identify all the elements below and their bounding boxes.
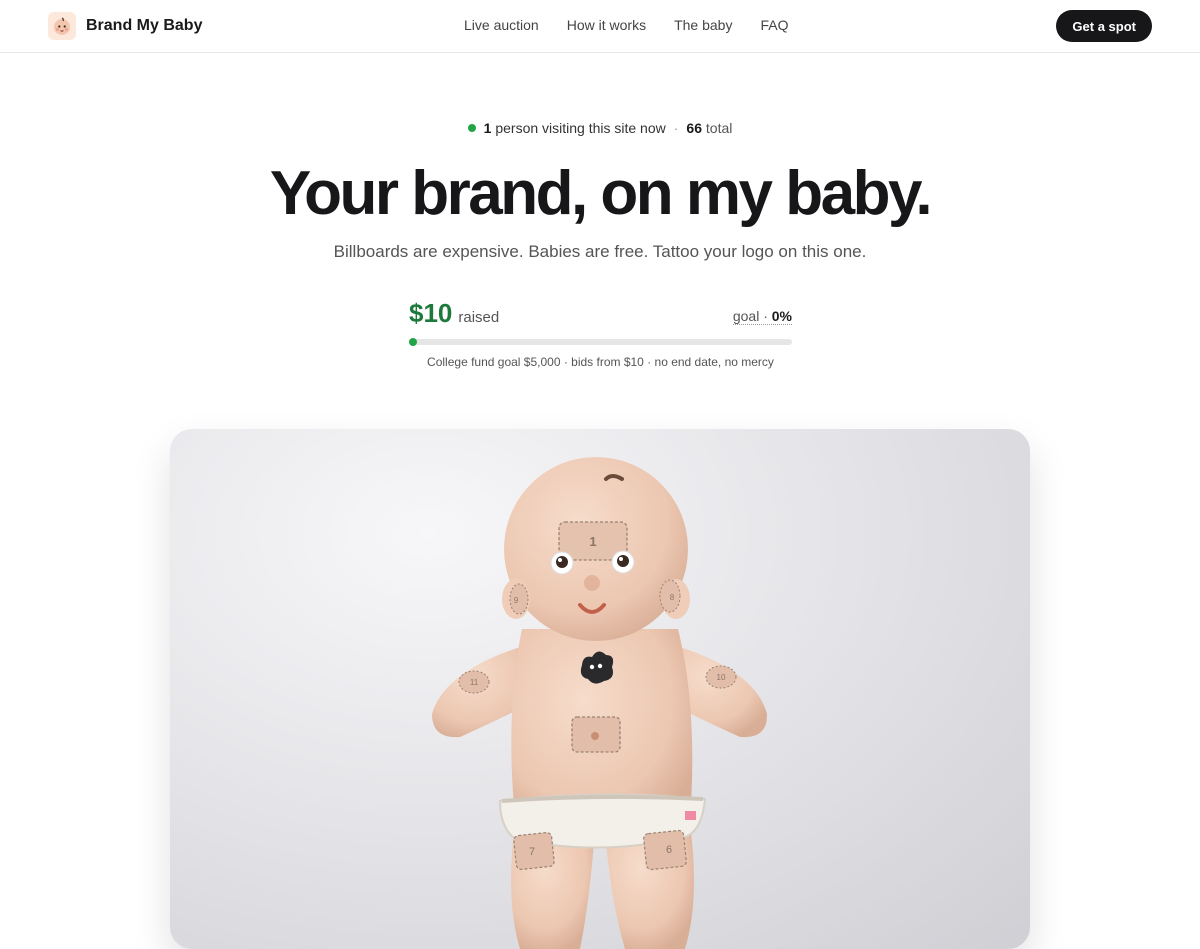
get-a-spot-button[interactable]: Get a spot	[1056, 10, 1152, 42]
nav-the-baby[interactable]: The baby	[674, 17, 732, 33]
brand[interactable]: Brand My Baby	[48, 12, 202, 40]
total-label: total	[705, 120, 733, 136]
visitor-count: 1	[483, 120, 492, 136]
goal-label: goal ·	[732, 308, 768, 324]
raised-label: raised	[458, 309, 500, 326]
progress-bar-fill	[409, 338, 417, 346]
baby-face-logo-icon	[48, 12, 76, 40]
hero-title: Your brand, on my baby.	[269, 159, 933, 228]
spot-label-9[interactable]: 9	[514, 596, 519, 605]
baby-illustration: 1 9 8 11 10 7 6	[432, 457, 768, 949]
live-status-dot-icon	[467, 124, 476, 132]
spot-label-10[interactable]: 10	[717, 673, 726, 682]
nav-faq[interactable]: FAQ	[760, 17, 788, 33]
total-count: 66	[686, 120, 702, 136]
fundraising-progress: $10 raised goal · 0% College fund goal $5…	[409, 298, 792, 369]
spot-label-7[interactable]: 7	[529, 846, 535, 858]
baby-3d-viewer[interactable]: 1 9 8 11 10 7 6	[170, 429, 1030, 949]
visitor-counter: 1 person visiting this site now · 66 total	[0, 120, 1200, 136]
progress-bar	[409, 338, 792, 346]
spot-label-8[interactable]: 8	[670, 593, 675, 602]
hero-subtitle: Billboards are expensive. Babies are fre…	[333, 242, 867, 261]
spot-label-6[interactable]: 6	[666, 844, 672, 856]
brand-name: Brand My Baby	[86, 17, 203, 34]
visitor-text: person visiting this site now	[495, 120, 666, 136]
separator-dot: ·	[673, 120, 679, 136]
spot-label-11[interactable]: 11	[470, 678, 479, 687]
goal-percent: 0%	[771, 308, 792, 324]
progress-caption: College fund goal $5,000 · bids from $10…	[427, 355, 774, 369]
goal-indicator[interactable]: goal · 0%	[732, 308, 792, 325]
main-nav: Live auction How it works The baby FAQ	[464, 17, 816, 33]
raised-amount: $10	[409, 298, 453, 328]
site-header: Brand My Baby Live auction How it works …	[0, 0, 1200, 53]
spot-label-1[interactable]: 1	[589, 534, 596, 549]
nav-how-it-works[interactable]: How it works	[567, 17, 646, 33]
nav-live-auction[interactable]: Live auction	[464, 17, 539, 33]
